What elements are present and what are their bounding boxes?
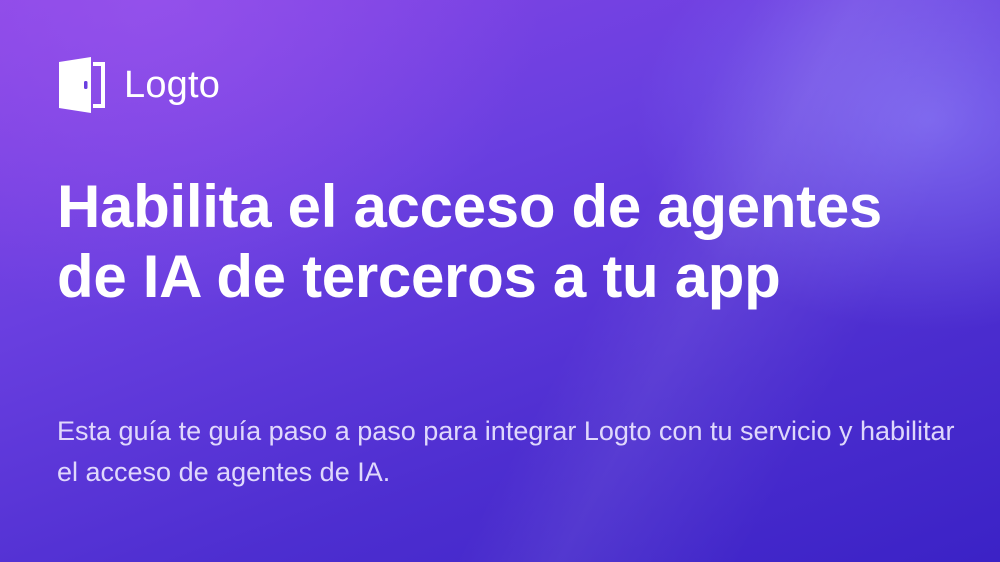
banner-canvas: Logto Habilita el acceso de agentes de I… (0, 0, 1000, 562)
brand-logo: Logto (57, 56, 220, 114)
page-subtitle: Esta guía te guía paso a paso para integ… (57, 416, 955, 487)
door-icon (59, 57, 105, 113)
brand-name: Logto (124, 64, 221, 106)
page-title: Habilita el acceso de agentes de IA de t… (57, 173, 883, 310)
